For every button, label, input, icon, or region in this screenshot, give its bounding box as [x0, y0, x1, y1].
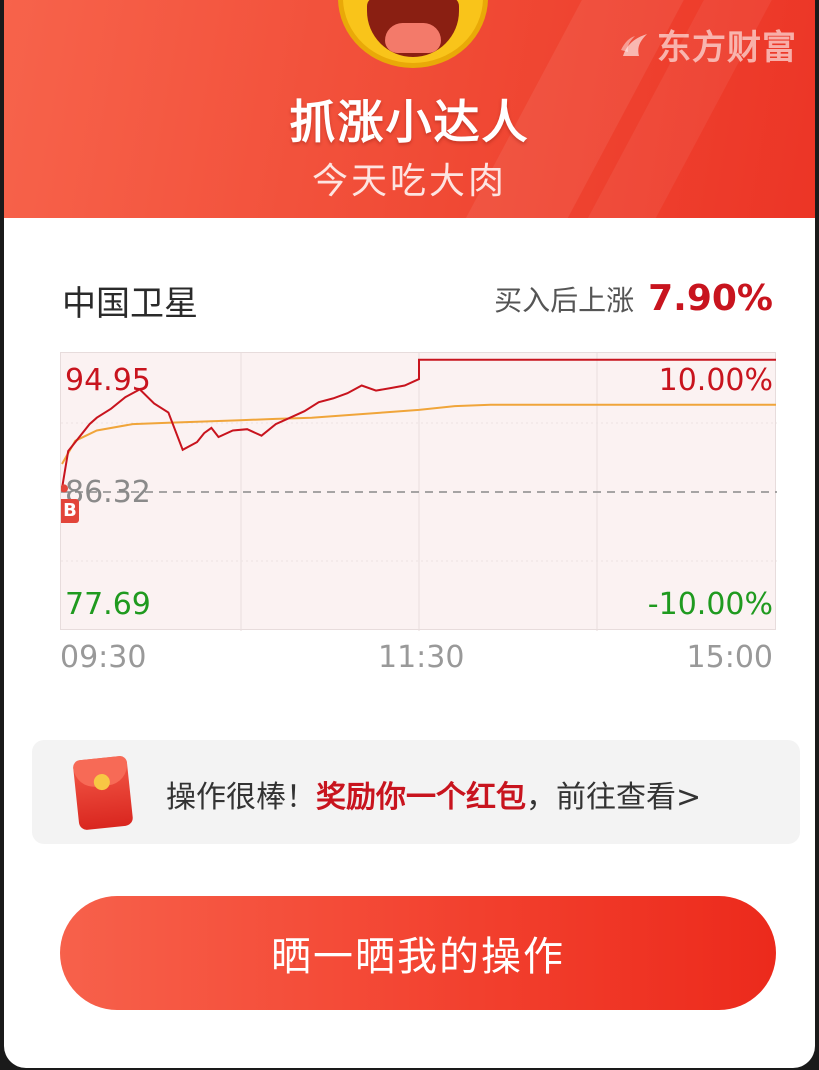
brand-logo: 东方财富: [617, 20, 797, 69]
red-envelope-icon: [72, 755, 134, 831]
laughing-face-icon: [338, 0, 488, 68]
reward-text: 操作很棒！奖励你一个红包，前往查看>: [166, 772, 701, 816]
reward-text-praise: 操作很棒！: [166, 780, 316, 815]
pct-low-label: -10.00%: [647, 587, 773, 622]
pct-high-label: 10.00%: [658, 363, 773, 398]
buy-marker-badge: B: [61, 499, 79, 523]
intraday-chart: 94.95 86.32 77.69 10.00% -10.00% B: [60, 352, 777, 631]
gain-label: 买入后上涨: [494, 284, 635, 317]
brand-name: 东方财富: [657, 28, 797, 68]
y-high-label: 94.95: [65, 363, 151, 398]
stock-name: 中国卫星: [62, 284, 198, 324]
y-low-label: 77.69: [65, 587, 151, 622]
achievement-subtitle: 今天吃大肉: [311, 161, 507, 202]
brand-flame-icon: [621, 33, 647, 56]
share-button[interactable]: 晒一晒我的操作: [60, 896, 776, 1010]
gain-summary: 买入后上涨 7.90%: [494, 278, 773, 319]
result-card: 东方财富 抓涨小达人 今天吃大肉 中国卫星 买入后上涨 7.90% 94.95 …: [4, 0, 815, 1068]
achievement-title: 抓涨小达人: [289, 95, 530, 149]
time-label-open: 09:30: [60, 640, 147, 675]
time-label-close: 15:00: [686, 640, 773, 675]
header-banner: 东方财富 抓涨小达人 今天吃大肉: [4, 0, 815, 218]
gain-value: 7.90%: [648, 278, 773, 319]
reward-text-highlight: 奖励你一个红包: [316, 780, 526, 815]
reward-text-link: ，前往查看>: [526, 780, 702, 815]
time-label-midday: 11:30: [378, 640, 465, 675]
red-envelope-banner[interactable]: 操作很棒！奖励你一个红包，前往查看>: [32, 740, 800, 844]
